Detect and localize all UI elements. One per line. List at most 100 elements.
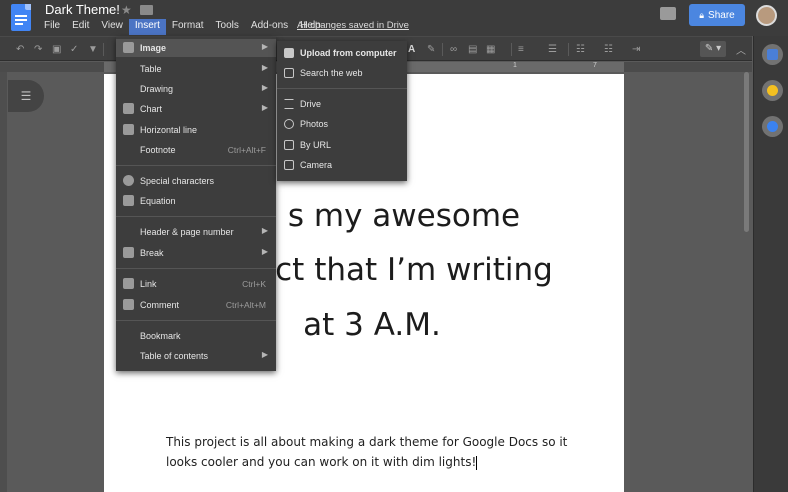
omega-icon [123, 175, 134, 186]
document-title[interactable]: Dark Theme! [45, 2, 120, 17]
menu-divider [116, 165, 276, 166]
comment-plus-icon [123, 299, 134, 310]
insert-comment-icon[interactable]: ▤ [468, 45, 477, 55]
menu-item-label: Comment [140, 300, 180, 310]
menu-divider [116, 320, 276, 321]
submenu-item-drive[interactable]: Drive [277, 95, 407, 113]
chevron-right-icon: ▶ [261, 63, 268, 72]
equation-icon [123, 195, 134, 206]
break-icon [123, 247, 134, 258]
paint-format-icon[interactable]: ▼ [88, 45, 98, 55]
submenu-item-photos[interactable]: Photos [277, 115, 407, 133]
body-paragraph[interactable]: This project is all about making a dark … [166, 432, 586, 472]
menu-item-label: Bookmark [140, 331, 181, 341]
indent-icon[interactable]: ⇥ [632, 45, 640, 55]
submenu-item-label: Photos [300, 119, 329, 129]
menu-item-horizontal-line[interactable]: Horizontal line [116, 121, 276, 139]
menu-item-header-page-number[interactable]: Header & page number ▶ [116, 223, 276, 241]
text-cursor [476, 455, 478, 470]
menu-item-comment[interactable]: Comment Ctrl+Alt+M [116, 296, 276, 314]
menu-view[interactable]: View [95, 19, 129, 35]
insert-link-icon[interactable]: ∞ [450, 45, 457, 55]
undo-icon[interactable]: ↶ [16, 45, 24, 55]
numbered-list-icon[interactable]: ☷ [576, 45, 585, 55]
submenu-item-by-url[interactable]: By URL [277, 136, 407, 154]
menu-format[interactable]: Format [166, 19, 210, 35]
vertical-ruler [0, 72, 7, 492]
submenu-item-camera[interactable]: Camera [277, 156, 407, 174]
outline-icon: ☰ [20, 89, 32, 103]
photos-icon [284, 119, 294, 129]
menu-edit[interactable]: Edit [66, 19, 95, 35]
document-outline-button[interactable]: ☰ [8, 80, 44, 112]
menu-item-table[interactable]: Table ▶ [116, 60, 276, 78]
menu-item-label: Header & page number [140, 227, 234, 237]
line-spacing-icon[interactable]: ☰ [548, 45, 557, 55]
menu-item-label: Break [140, 248, 164, 258]
menu-item-label: Table [140, 64, 162, 74]
menu-item-label: Table of contents [140, 351, 209, 361]
share-button[interactable]: 🔒︎ Share [689, 4, 745, 26]
submenu-item-label: Search the web [300, 68, 363, 78]
insert-image-icon[interactable]: ▦ [486, 45, 495, 55]
submenu-item-upload[interactable]: Upload from computer [277, 44, 407, 62]
menu-item-label: Horizontal line [140, 125, 198, 135]
menu-item-image[interactable]: Image ▶ [116, 39, 276, 57]
camera-icon [284, 160, 294, 170]
menu-item-table-of-contents[interactable]: Table of contents ▶ [116, 347, 276, 365]
side-panel [753, 36, 788, 492]
save-status-link[interactable]: All changes saved in Drive [297, 20, 409, 31]
highlight-icon[interactable]: ✎ [427, 45, 435, 55]
calendar-icon[interactable] [762, 44, 783, 65]
menu-tools[interactable]: Tools [210, 19, 245, 35]
ruler-mark: 1 [513, 62, 517, 69]
align-icon[interactable]: ≡ [518, 45, 524, 55]
menu-addons[interactable]: Add-ons [245, 19, 294, 35]
upload-icon [284, 48, 294, 58]
menu-item-equation[interactable]: Equation [116, 192, 276, 210]
chevron-right-icon: ▶ [261, 247, 268, 256]
docs-logo-icon[interactable] [11, 4, 31, 31]
avatar[interactable] [756, 5, 777, 26]
folder-icon[interactable] [140, 5, 153, 15]
shortcut-label: Ctrl+Alt+M [225, 300, 266, 310]
menu-insert[interactable]: Insert [128, 19, 166, 35]
tasks-icon[interactable] [762, 116, 783, 137]
keep-icon[interactable] [762, 80, 783, 101]
menu-item-break[interactable]: Break ▶ [116, 244, 276, 262]
menu-item-label: Footnote [140, 145, 176, 155]
print-icon[interactable]: ▣ [52, 45, 61, 55]
shortcut-label: Ctrl+Alt+F [227, 145, 266, 155]
menu-divider [116, 268, 276, 269]
submenu-item-label: Upload from computer [300, 48, 397, 58]
submenu-item-label: Camera [300, 160, 333, 170]
menu-item-drawing[interactable]: Drawing ▶ [116, 80, 276, 98]
chart-icon [123, 103, 134, 114]
menu-item-chart[interactable]: Chart ▶ [116, 100, 276, 118]
redo-icon[interactable]: ↷ [34, 45, 42, 55]
menu-item-footnote[interactable]: Footnote Ctrl+Alt+F [116, 141, 276, 159]
menu-file[interactable]: File [38, 19, 66, 35]
comments-icon[interactable] [660, 7, 676, 20]
menu-item-special-characters[interactable]: Special characters [116, 172, 276, 190]
text-color-icon[interactable]: A [408, 45, 415, 55]
editing-mode-button[interactable]: ✎ ▾ [700, 41, 726, 57]
menu-item-label: Image [140, 43, 167, 53]
menu-divider [277, 88, 407, 89]
menu-bar: File Edit View Insert Format Tools Add-o… [38, 19, 327, 35]
submenu-item-search-web[interactable]: Search the web [277, 64, 407, 82]
menu-item-bookmark[interactable]: Bookmark [116, 327, 276, 345]
collapse-icon[interactable]: ︿ [736, 42, 746, 57]
lock-icon: 🔒︎ [699, 9, 705, 20]
spellcheck-icon[interactable]: ✓ [70, 45, 78, 55]
chevron-right-icon: ▶ [261, 103, 268, 112]
menu-divider [116, 216, 276, 217]
scrollbar[interactable] [743, 72, 751, 492]
star-icon[interactable]: ★ [121, 3, 132, 17]
menu-item-link[interactable]: Link Ctrl+K [116, 275, 276, 293]
scrollbar-thumb[interactable] [744, 72, 749, 232]
bulleted-list-icon[interactable]: ☷ [604, 45, 613, 55]
image-icon [123, 42, 134, 53]
menu-item-label: Chart [140, 104, 163, 114]
menu-item-label: Drawing [140, 84, 174, 94]
